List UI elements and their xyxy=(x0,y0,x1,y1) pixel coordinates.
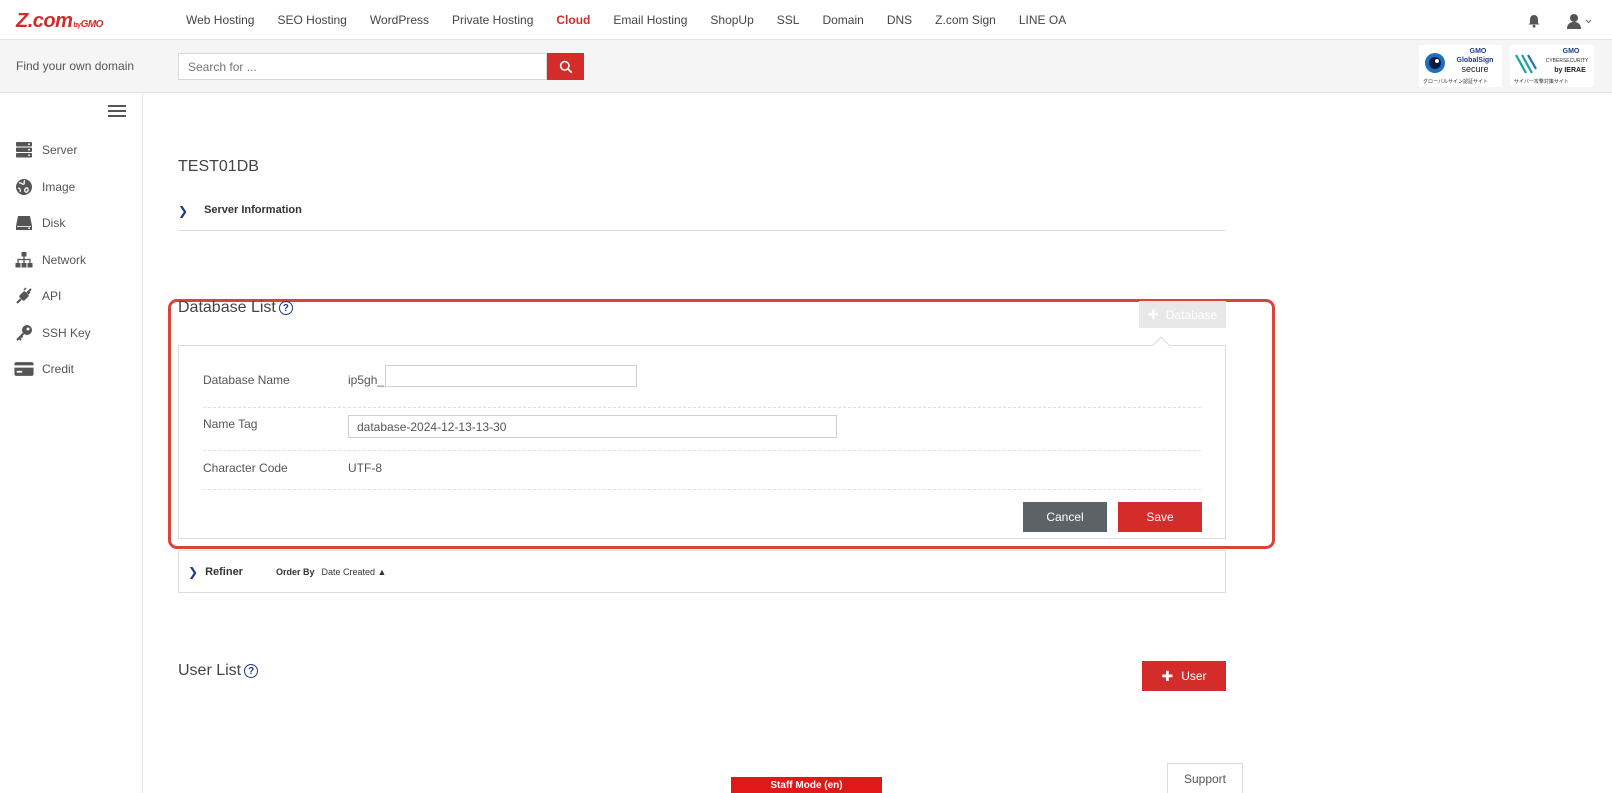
domain-search-input[interactable] xyxy=(178,53,547,80)
chevron-right-icon: ❯ xyxy=(178,204,189,218)
sidebar-item-server[interactable]: Server xyxy=(14,138,77,162)
cyber-title-1: GMO xyxy=(1562,48,1580,55)
api-icon xyxy=(14,287,34,305)
sidebar-label-image: Image xyxy=(42,180,76,194)
globalsign-seal[interactable]: GMO GlobalSign secure グローバルサイン認証サイト xyxy=(1419,45,1502,87)
order-by-label: Order By xyxy=(275,566,315,577)
name-tag-input[interactable] xyxy=(348,415,837,438)
user-menu[interactable] xyxy=(1566,13,1594,29)
cybersecurity-seal[interactable]: GMO CYBERSECURITY by IERAE サイバー攻撃対策サイト xyxy=(1510,45,1594,87)
sidebar-label-api: API xyxy=(42,289,62,303)
add-user-label: User xyxy=(1181,669,1207,683)
nav-email-hosting[interactable]: Email Hosting xyxy=(613,13,687,27)
nav-web-hosting[interactable]: Web Hosting xyxy=(186,13,254,27)
order-by-select[interactable]: Date Created ▲ xyxy=(321,567,386,577)
globalsign-sub: グローバルサイン認証サイト xyxy=(1423,79,1488,85)
refiner-bar: ❯ Refiner Order By Date Created ▲ xyxy=(178,550,1226,593)
nav-line-oa[interactable]: LINE OA xyxy=(1019,13,1066,27)
sidebar-label-disk: Disk xyxy=(42,216,66,230)
user-list-title: User List ? xyxy=(178,662,259,680)
main-nav: Web Hosting SEO Hosting WordPress Privat… xyxy=(186,0,1089,40)
cybersecurity-icon xyxy=(1515,54,1537,74)
page-title: TEST01DB xyxy=(178,158,259,175)
logo-by: by xyxy=(73,22,81,29)
sidebar: Server Image Disk Network API SSH Key Cr… xyxy=(0,94,143,793)
user-icon xyxy=(1570,14,1578,22)
add-user-button[interactable]: ✚ User xyxy=(1142,661,1226,691)
sidebar-label-server: Server xyxy=(42,143,78,157)
search-icon xyxy=(559,60,572,73)
chevron-down-icon xyxy=(1585,19,1592,24)
character-code-value: UTF-8 xyxy=(348,461,382,475)
server-information-label: Server Information xyxy=(204,204,302,216)
add-database-button[interactable]: ✚ Database xyxy=(1139,301,1226,328)
hamburger-menu-icon[interactable] xyxy=(108,105,126,117)
name-tag-row: Name Tag xyxy=(203,408,1201,451)
cyber-title-3: by IERAE xyxy=(1554,67,1586,74)
sidebar-item-network[interactable]: Network xyxy=(14,248,86,272)
chevron-right-icon[interactable]: ❯ xyxy=(188,565,198,579)
key-icon xyxy=(14,324,34,342)
credit-card-icon xyxy=(14,360,34,378)
help-icon[interactable]: ? xyxy=(278,301,293,315)
network-icon xyxy=(14,251,34,269)
disk-icon xyxy=(14,214,34,232)
database-list-title: Database List ? xyxy=(178,299,293,317)
nav-dns[interactable]: DNS xyxy=(887,13,912,27)
logo-gmo: GMO xyxy=(80,19,104,30)
globalsign-title-1: GMO xyxy=(1469,48,1487,55)
sidebar-label-ssh-key: SSH Key xyxy=(42,326,91,340)
plus-icon: ✚ xyxy=(1147,306,1159,322)
nav-wordpress[interactable]: WordPress xyxy=(370,13,429,27)
sidebar-label-network: Network xyxy=(42,253,87,267)
staff-mode-banner: Staff Mode (en) xyxy=(731,777,882,793)
nav-zcom-sign[interactable]: Z.com Sign xyxy=(935,13,996,27)
nav-private-hosting[interactable]: Private Hosting xyxy=(452,13,533,27)
character-code-label: Character Code xyxy=(203,461,288,475)
plus-icon: ✚ xyxy=(1161,667,1174,684)
refiner-toggle[interactable]: Refiner xyxy=(205,566,243,578)
database-list-title-text: Database List xyxy=(178,299,276,316)
sidebar-item-credit[interactable]: Credit xyxy=(14,357,74,381)
nav-seo-hosting[interactable]: SEO Hosting xyxy=(277,13,346,27)
server-icon xyxy=(14,141,34,159)
character-code-row: Character Code UTF-8 xyxy=(203,451,1201,490)
add-database-form: Database Name ip5gh_ Name Tag Character … xyxy=(178,336,1226,539)
name-tag-label: Name Tag xyxy=(203,417,258,431)
sidebar-item-disk[interactable]: Disk xyxy=(14,211,65,235)
top-navigation: Z.com by GMO Web Hosting SEO Hosting Wor… xyxy=(0,0,1612,40)
sidebar-item-image[interactable]: Image xyxy=(14,175,75,199)
nav-domain[interactable]: Domain xyxy=(822,13,863,27)
sidebar-item-api[interactable]: API xyxy=(14,284,61,308)
sidebar-label-credit: Credit xyxy=(42,362,75,376)
server-information-toggle[interactable]: ❯ Server Information xyxy=(178,204,1226,231)
globalsign-title-3: secure xyxy=(1461,64,1489,74)
save-button[interactable]: Save xyxy=(1118,502,1202,532)
support-button[interactable]: Support xyxy=(1167,763,1243,793)
user-list-title-text: User List xyxy=(178,662,242,679)
cancel-button[interactable]: Cancel xyxy=(1023,502,1107,532)
globalsign-eye-icon xyxy=(1425,53,1445,73)
globe-icon xyxy=(14,178,34,196)
nav-shopup[interactable]: ShopUp xyxy=(710,13,753,27)
help-icon[interactable]: ? xyxy=(244,664,259,678)
database-name-label: Database Name xyxy=(203,373,290,387)
zcom-logo[interactable]: Z.com by GMO xyxy=(16,10,104,32)
add-database-label: Database xyxy=(1165,307,1218,322)
search-button[interactable] xyxy=(547,53,584,80)
database-name-input[interactable] xyxy=(385,365,637,387)
domain-search-bar: Find your own domain GMO GlobalSign secu… xyxy=(0,40,1612,93)
sidebar-item-ssh-key[interactable]: SSH Key xyxy=(14,321,91,345)
database-name-prefix: ip5gh_ xyxy=(348,373,385,387)
database-name-row: Database Name ip5gh_ xyxy=(203,365,1201,408)
find-domain-label: Find your own domain xyxy=(16,59,135,73)
cyber-title-2: CYBERSECURITY xyxy=(1545,58,1589,64)
cyber-sub: サイバー攻撃対策サイト xyxy=(1514,79,1569,85)
nav-cloud[interactable]: Cloud xyxy=(556,13,590,27)
logo-main: Z.com xyxy=(16,10,73,32)
bell-icon[interactable] xyxy=(1527,14,1541,28)
nav-ssl[interactable]: SSL xyxy=(777,13,800,27)
